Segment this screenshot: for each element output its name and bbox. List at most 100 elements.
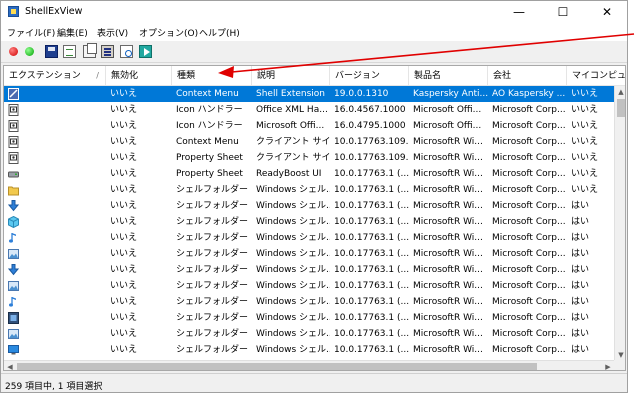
column-header-mycomputer[interactable]: マイコンピュータ: [567, 66, 625, 86]
cell-product: Kaspersky Anti...: [413, 89, 488, 99]
horizontal-scroll-thumb[interactable]: [17, 363, 537, 370]
vertical-scrollbar[interactable]: ▲ ▼: [614, 86, 625, 361]
table-row-selected[interactable]: いいえ Context Menu Shell Extension 19.0.0.131…: [4, 86, 614, 102]
cell-company: Microsoft Corp...: [492, 265, 566, 275]
horizontal-scrollbar[interactable]: ◀ ▶: [4, 360, 614, 370]
table-row[interactable]: いいえ シェルフォルダー Windows シェル... 10.0.17763.1 (.…: [4, 278, 614, 294]
cell-description: Windows シェル...: [256, 265, 330, 275]
cell-type: シェルフォルダー: [176, 201, 249, 211]
properties-icon[interactable]: [101, 45, 114, 58]
cell-disabled: いいえ: [110, 281, 138, 291]
cell-version: 10.0.17763.109...: [334, 137, 409, 147]
cell-product: MicrosoftR Wi...: [413, 249, 483, 259]
save-icon[interactable]: [45, 45, 58, 58]
table-row[interactable]: いいえ シェルフォルダー Windows シェル... 10.0.17763.1 (.…: [4, 198, 614, 214]
column-header-version[interactable]: バージョン: [330, 66, 409, 86]
scrollbar-corner: [614, 360, 625, 370]
cell-product: MicrosoftR Wi...: [413, 281, 483, 291]
table-row[interactable]: いいえ シェルフォルダー Windows シェル... 10.0.17763.1 (.…: [4, 262, 614, 278]
cell-disabled: いいえ: [110, 201, 138, 211]
table-row[interactable]: いいえ シェルフォルダー Windows シェル... 10.0.17763.1 (.…: [4, 342, 614, 358]
copy-icon[interactable]: [83, 43, 97, 58]
cell-mycomputer: はい: [571, 249, 590, 259]
minimize-button[interactable]: —: [497, 1, 541, 23]
table-row[interactable]: いいえ Icon ハンドラー Office XML Ha... 16.0.4567.1…: [4, 102, 614, 118]
cell-product: Microsoft Offi...: [413, 105, 482, 115]
scroll-up-arrow-icon[interactable]: ▲: [615, 86, 625, 98]
menu-file[interactable]: ファイル(F): [7, 26, 55, 39]
cell-version: 10.0.17763.1 (...: [334, 169, 409, 179]
toolbar: [1, 41, 627, 63]
cell-mycomputer: いいえ: [571, 89, 599, 99]
picture-icon: [8, 249, 19, 259]
cell-description: Windows シェル...: [256, 217, 330, 227]
scroll-left-arrow-icon[interactable]: ◀: [4, 361, 16, 370]
column-header-extension[interactable]: エクステンション /: [4, 66, 106, 86]
shell-ext-icon: [8, 88, 19, 100]
cell-mycomputer: はい: [571, 233, 590, 243]
cell-version: 10.0.17763.1 (...: [334, 185, 409, 195]
cell-company: Microsoft Corp...: [492, 281, 566, 291]
cell-version: 10.0.17763.1 (...: [334, 313, 409, 323]
exit-icon[interactable]: [139, 45, 152, 58]
app-icon: [8, 6, 19, 17]
menu-edit[interactable]: 編集(E): [57, 26, 88, 39]
cell-mycomputer: はい: [571, 217, 590, 227]
cell-company: Microsoft Corp...: [492, 153, 566, 163]
column-header-disabled[interactable]: 無効化: [106, 66, 172, 86]
table-row[interactable]: いいえ Property Sheet クライアント サイ... 10.0.17763.…: [4, 150, 614, 166]
refresh-icon[interactable]: [63, 45, 76, 58]
cell-mycomputer: いいえ: [571, 105, 599, 115]
table-row[interactable]: いいえ Icon ハンドラー Microsoft Offi... 16.0.4795.…: [4, 118, 614, 134]
table-row[interactable]: いいえ シェルフォルダー Windows シェル... 10.0.17763.1 (.…: [4, 246, 614, 262]
column-header-label: エクステンション: [9, 71, 81, 81]
column-header-company[interactable]: 会社: [488, 66, 567, 86]
maximize-button[interactable]: ☐: [541, 1, 585, 23]
green-dot-icon[interactable]: [25, 47, 34, 56]
menu-options[interactable]: オプション(O): [139, 26, 198, 39]
cell-company: Microsoft Corp...: [492, 137, 566, 147]
column-header-type[interactable]: 種類: [172, 66, 252, 86]
cell-product: MicrosoftR Wi...: [413, 265, 483, 275]
table-row[interactable]: いいえ Property Sheet ReadyBoost UI 10.0.17763…: [4, 166, 614, 182]
cell-extension: [4, 230, 106, 246]
list-body: いいえ Context Menu Shell Extension 19.0.0.131…: [4, 86, 614, 370]
picture-icon: [8, 329, 19, 339]
close-button[interactable]: ✕: [585, 1, 627, 23]
cell-type: Context Menu: [176, 89, 239, 99]
extensions-list[interactable]: エクステンション / 無効化 種類 説明 バージョン 製品名 会社 マイコンピュ…: [3, 65, 626, 371]
cell-product: MicrosoftR Wi...: [413, 217, 483, 227]
cell-product: Microsoft Offi...: [413, 121, 482, 131]
find-icon[interactable]: [120, 45, 133, 58]
cell-extension: [4, 118, 106, 134]
cell-type: シェルフォルダー: [176, 329, 249, 339]
vertical-scroll-thumb[interactable]: [617, 99, 625, 117]
table-row[interactable]: いいえ シェルフォルダー Windows シェル... 10.0.17763.1 (.…: [4, 214, 614, 230]
status-text: 259 項目中, 1 項目選択: [5, 382, 103, 392]
table-row[interactable]: いいえ シェルフォルダー Windows シェル... 10.0.17763.1 (.…: [4, 294, 614, 310]
document-icon: [8, 104, 19, 116]
cell-company: Microsoft Corp...: [492, 249, 566, 259]
cell-product: MicrosoftR Wi...: [413, 313, 483, 323]
column-header-description[interactable]: 説明: [252, 66, 330, 86]
cell-version: 16.0.4795.1000: [334, 121, 406, 131]
menu-view[interactable]: 表示(V): [97, 26, 128, 39]
red-dot-icon[interactable]: [9, 47, 18, 56]
cell-type: Property Sheet: [176, 153, 243, 163]
cell-type: Context Menu: [176, 137, 239, 147]
menu-help[interactable]: ヘルプ(H): [199, 26, 240, 39]
table-row[interactable]: いいえ シェルフォルダー Windows シェル... 10.0.17763.1 (.…: [4, 326, 614, 342]
table-row[interactable]: いいえ シェルフォルダー Windows シェル... 10.0.17763.1 (.…: [4, 182, 614, 198]
scroll-right-arrow-icon[interactable]: ▶: [602, 361, 614, 370]
cell-mycomputer: はい: [571, 313, 590, 323]
cell-product: MicrosoftR Wi...: [413, 233, 483, 243]
window-title: ShellExView: [25, 6, 83, 17]
cell-type: Property Sheet: [176, 169, 243, 179]
table-row[interactable]: いいえ シェルフォルダー Windows シェル... 10.0.17763.1 (.…: [4, 230, 614, 246]
cell-extension: [4, 198, 106, 214]
table-row[interactable]: いいえ シェルフォルダー Windows シェル... 10.0.17763.1 (.…: [4, 310, 614, 326]
cell-product: MicrosoftR Wi...: [413, 153, 483, 163]
column-header-product[interactable]: 製品名: [409, 66, 488, 86]
cell-type: Icon ハンドラー: [176, 105, 243, 115]
table-row[interactable]: いいえ Context Menu クライアント サイ... 10.0.17763.10…: [4, 134, 614, 150]
